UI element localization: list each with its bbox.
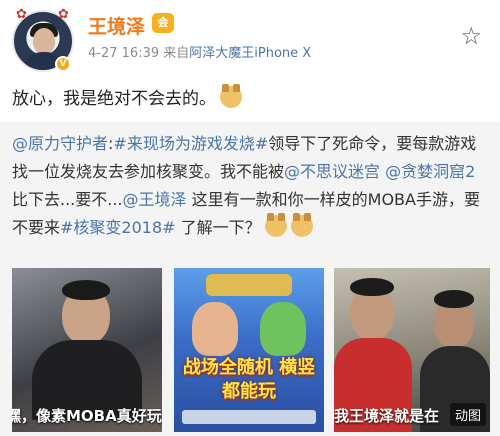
game-hero-left (192, 302, 238, 356)
repost-text-segment: 了解一下？ (175, 218, 261, 237)
source-prefix: 来自 (163, 46, 190, 61)
game-info-strip (182, 410, 316, 424)
verified-badge: V (55, 56, 71, 72)
media-thumbnail-2[interactable]: 战场全随机 横竖都能玩 (174, 268, 324, 432)
doge-emoji-icon (290, 213, 313, 237)
game-banner-text: 战场全随机 横竖都能玩 (182, 357, 316, 402)
vip-badge-icon[interactable]: 会 (152, 13, 174, 33)
star-outline-icon[interactable]: ☆ (460, 22, 482, 50)
author-name[interactable]: 王境泽 (88, 12, 145, 39)
hashtag-link[interactable]: #核聚变2018# (60, 218, 176, 237)
person-hair (350, 278, 394, 296)
repost-text-segment: 比下去...要不... (12, 190, 123, 209)
game-hero-right (260, 302, 306, 356)
repost-card[interactable]: @原力守护者:#来现场为游戏发烧#领导下了死命令，要每款游戏找一位发烧友去参加核… (0, 122, 500, 436)
game-logo-icon (206, 274, 292, 296)
repost-text: @原力守护者:#来现场为游戏发烧#领导下了死命令，要每款游戏找一位发烧友去参加核… (12, 130, 490, 242)
mention-link[interactable]: @贪婪洞窟2 (385, 162, 475, 181)
festive-bow-icon: ✿ (58, 7, 69, 22)
gif-tag: 动图 (449, 403, 486, 426)
media-caption: 嘿，像素MOBA真好玩 (12, 407, 162, 425)
festive-bow-icon: ✿ (16, 7, 27, 22)
post-body: 放心，我是绝对不会去的。 (12, 89, 216, 109)
post-text: 放心，我是绝对不会去的。 (12, 84, 488, 112)
person-hair (62, 280, 110, 300)
mention-link[interactable]: @原力守护者 (12, 134, 108, 153)
post-meta: 4-27 16:39 来自阿泽大魔王iPhone X (88, 42, 311, 61)
media-thumbnail-1[interactable]: 嘿，像素MOBA真好玩 (12, 268, 162, 432)
hashtag-link[interactable]: #来现场为游戏发烧# (113, 134, 268, 153)
mention-link[interactable]: @不思议迷宫 (284, 162, 380, 181)
post-source[interactable]: 阿泽大魔王iPhone X (189, 46, 311, 61)
doge-emoji-icon (264, 213, 287, 237)
person-hair (434, 290, 474, 308)
weibo-post: ✿ ✿ V 王境泽 会 4-27 16:39 来自阿泽大魔王iPhone X ☆… (0, 0, 500, 436)
post-time: 16:39 (121, 46, 160, 61)
post-date: 4-27 (88, 46, 118, 61)
media-thumbnail-3[interactable]: 我王境泽就是在 动图 (334, 268, 490, 432)
mention-link[interactable]: @王境泽 (123, 190, 187, 209)
doge-emoji-icon (220, 84, 242, 108)
avatar-face (33, 28, 55, 54)
